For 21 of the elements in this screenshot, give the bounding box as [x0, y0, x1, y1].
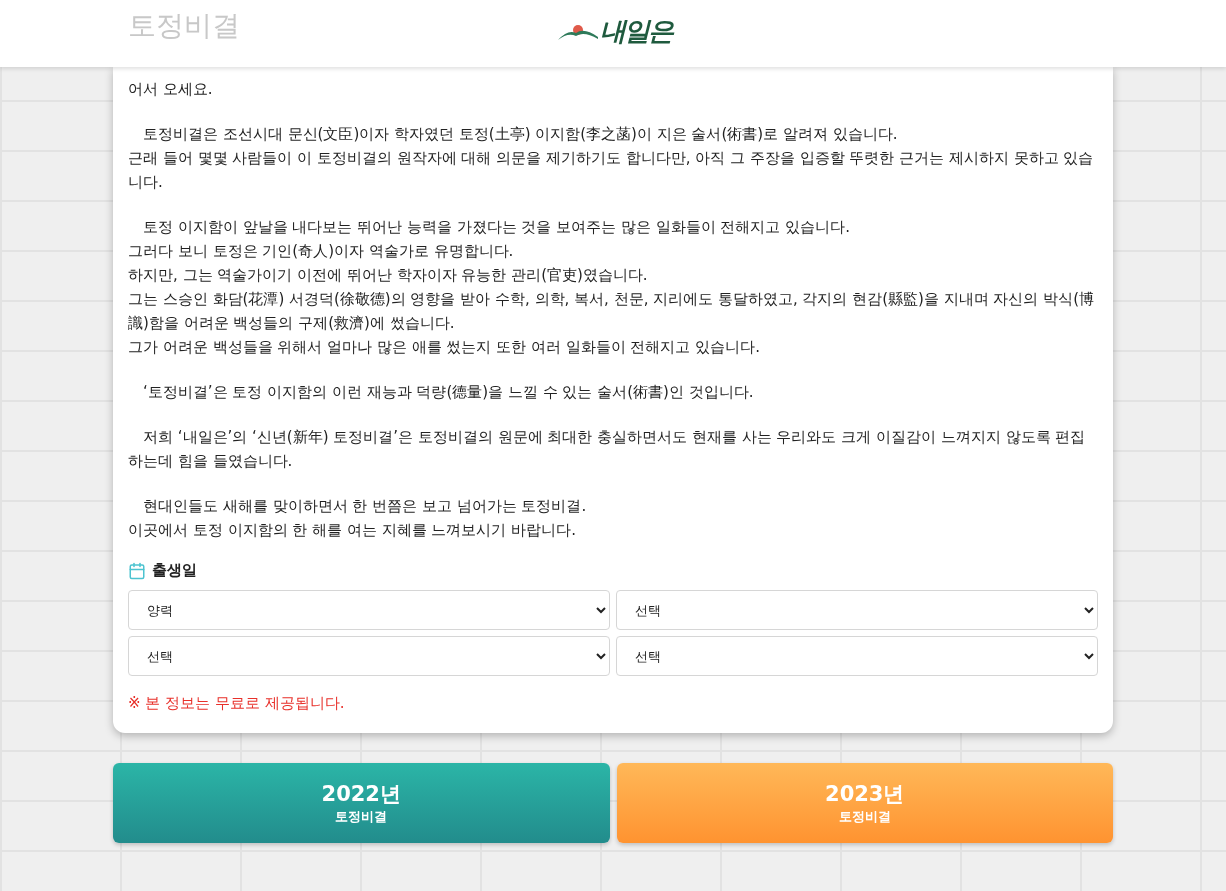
mountain-sun-icon	[558, 22, 598, 41]
paragraph-text: 그러다 보니 토정은 기인(奇人)이자 역술가로 유명합니다.	[128, 241, 515, 262]
select-field[interactable]: 선택	[616, 636, 1098, 676]
paragraph-text: 근래 들어 몇몇 사람들이 이 토정비결의 원작자에 대해 의문을 제기하기도 합니다만, 아직 그 주장을 입증할 뚜렷한 근거는 제시하지 못하고 있습니다.	[128, 148, 1095, 193]
paragraph-text: 이곳에서 토정 이지함의 한 해를 여는 지혜를 느껴보시기 바랍니다.	[128, 520, 577, 541]
paragraph-text: 현대인들도 새해를 맞이하면서 한 번쯤은 보고 넘어가는 토정비결.	[142, 496, 588, 517]
paragraph-text: 그가 어려운 백성들을 위해서 얼마나 많은 애를 썼는지 또한 여러 일화들이 전해지고 있습니다.	[128, 337, 761, 358]
paragraph-text: 하지만, 그는 역술가이기 이전에 뛰어난 학자이자 유능한 관리(官吏)였습니다.	[128, 265, 649, 286]
logo[interactable]: 내일은	[600, 14, 672, 49]
select-field[interactable]: 선택	[616, 590, 1098, 630]
paragraph-text: 토정 이지함이 앞날을 내다보는 뛰어난 능력을 가졌다는 것을 보여주는 많은 일화들이 전해지고 있습니다.	[142, 217, 851, 238]
birth-date-label: 출생일	[152, 561, 197, 580]
calendar-icon	[128, 561, 146, 580]
paragraph-text: 저희 ‘내일은’의 ‘신년(新年) 토정비결’은 토정비결의 원문에 최대한 충실하면서도 현재를 사는 우리와도 크게 이질감이 느껴지지 않도록 편집하는데 힘을 들였습니다.	[128, 427, 1087, 472]
free-notice: ※ 본 정보는 무료로 제공됩니다.	[128, 694, 346, 713]
select-field[interactable]: 양력	[128, 590, 610, 630]
paragraph-text: 토정비결은 조선시대 문신(文臣)이자 학자였던 토정(土亭) 이지함(李之菡)이 지은 술서(術書)로 알려져 있습니다.	[142, 124, 899, 145]
paragraph-text: 어서 오세요.	[128, 79, 214, 100]
paragraph-text: ‘토정비결’은 토정 이지함의 이런 재능과 덕량(德量)을 느낄 수 있는 술서(術書)인 것입니다.	[142, 382, 755, 403]
paragraph-text: 그는 스승인 화담(花潭) 서경덕(徐敬德)의 영향을 받아 수학, 의학, 복서, 천문, 지리에도 통달하였고, 각지의 현감(縣監)을 지내며 자신의 박식(博識)함을 어려운 백성들의 구제(救濟)에 썼습니다.	[128, 289, 1096, 334]
select-field[interactable]: 선택	[128, 636, 610, 676]
